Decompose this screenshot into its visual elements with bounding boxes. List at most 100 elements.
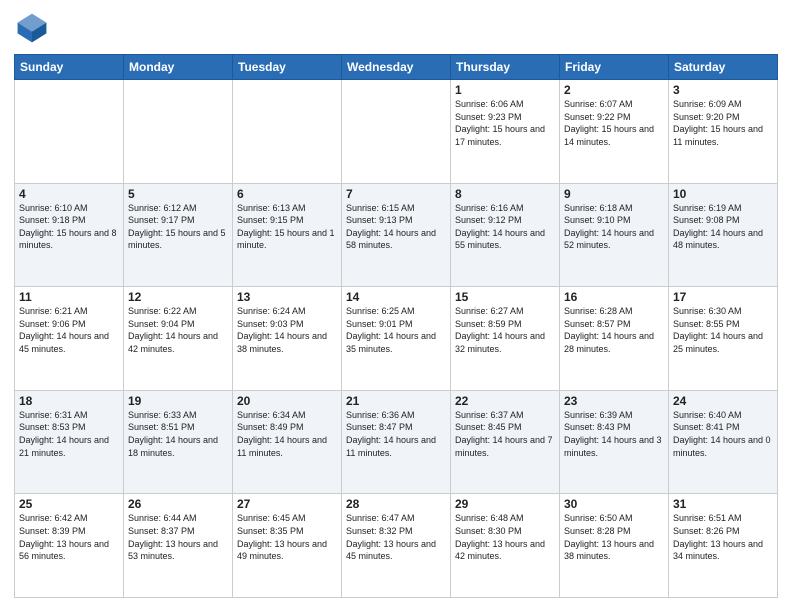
day-info: Sunrise: 6:45 AM Sunset: 8:35 PM Dayligh… xyxy=(237,512,337,562)
day-info: Sunrise: 6:25 AM Sunset: 9:01 PM Dayligh… xyxy=(346,305,446,355)
day-number: 3 xyxy=(673,83,773,97)
day-info: Sunrise: 6:42 AM Sunset: 8:39 PM Dayligh… xyxy=(19,512,119,562)
day-number: 2 xyxy=(564,83,664,97)
calendar-week-row: 4Sunrise: 6:10 AM Sunset: 9:18 PM Daylig… xyxy=(15,183,778,287)
day-info: Sunrise: 6:24 AM Sunset: 9:03 PM Dayligh… xyxy=(237,305,337,355)
calendar-cell: 4Sunrise: 6:10 AM Sunset: 9:18 PM Daylig… xyxy=(15,183,124,287)
day-info: Sunrise: 6:36 AM Sunset: 8:47 PM Dayligh… xyxy=(346,409,446,459)
day-number: 23 xyxy=(564,394,664,408)
day-number: 11 xyxy=(19,290,119,304)
weekday-header: Tuesday xyxy=(233,55,342,80)
day-number: 16 xyxy=(564,290,664,304)
calendar-cell: 14Sunrise: 6:25 AM Sunset: 9:01 PM Dayli… xyxy=(342,287,451,391)
weekday-header: Friday xyxy=(560,55,669,80)
calendar-cell: 25Sunrise: 6:42 AM Sunset: 8:39 PM Dayli… xyxy=(15,494,124,598)
day-info: Sunrise: 6:30 AM Sunset: 8:55 PM Dayligh… xyxy=(673,305,773,355)
calendar-cell xyxy=(124,80,233,184)
day-number: 8 xyxy=(455,187,555,201)
logo xyxy=(14,10,54,46)
day-number: 25 xyxy=(19,497,119,511)
day-number: 7 xyxy=(346,187,446,201)
day-info: Sunrise: 6:40 AM Sunset: 8:41 PM Dayligh… xyxy=(673,409,773,459)
day-number: 29 xyxy=(455,497,555,511)
calendar-cell xyxy=(233,80,342,184)
day-number: 10 xyxy=(673,187,773,201)
day-number: 18 xyxy=(19,394,119,408)
weekday-header: Wednesday xyxy=(342,55,451,80)
calendar-cell: 2Sunrise: 6:07 AM Sunset: 9:22 PM Daylig… xyxy=(560,80,669,184)
calendar-cell: 13Sunrise: 6:24 AM Sunset: 9:03 PM Dayli… xyxy=(233,287,342,391)
day-info: Sunrise: 6:06 AM Sunset: 9:23 PM Dayligh… xyxy=(455,98,555,148)
calendar-cell: 19Sunrise: 6:33 AM Sunset: 8:51 PM Dayli… xyxy=(124,390,233,494)
day-info: Sunrise: 6:31 AM Sunset: 8:53 PM Dayligh… xyxy=(19,409,119,459)
header xyxy=(14,10,778,46)
day-info: Sunrise: 6:15 AM Sunset: 9:13 PM Dayligh… xyxy=(346,202,446,252)
calendar-week-row: 25Sunrise: 6:42 AM Sunset: 8:39 PM Dayli… xyxy=(15,494,778,598)
day-number: 13 xyxy=(237,290,337,304)
day-number: 19 xyxy=(128,394,228,408)
logo-icon xyxy=(14,10,50,46)
calendar-cell: 22Sunrise: 6:37 AM Sunset: 8:45 PM Dayli… xyxy=(451,390,560,494)
calendar-table: SundayMondayTuesdayWednesdayThursdayFrid… xyxy=(14,54,778,598)
day-info: Sunrise: 6:44 AM Sunset: 8:37 PM Dayligh… xyxy=(128,512,228,562)
day-info: Sunrise: 6:16 AM Sunset: 9:12 PM Dayligh… xyxy=(455,202,555,252)
day-number: 26 xyxy=(128,497,228,511)
day-number: 4 xyxy=(19,187,119,201)
calendar-week-row: 18Sunrise: 6:31 AM Sunset: 8:53 PM Dayli… xyxy=(15,390,778,494)
day-number: 9 xyxy=(564,187,664,201)
day-info: Sunrise: 6:34 AM Sunset: 8:49 PM Dayligh… xyxy=(237,409,337,459)
day-info: Sunrise: 6:12 AM Sunset: 9:17 PM Dayligh… xyxy=(128,202,228,252)
day-info: Sunrise: 6:13 AM Sunset: 9:15 PM Dayligh… xyxy=(237,202,337,252)
day-info: Sunrise: 6:50 AM Sunset: 8:28 PM Dayligh… xyxy=(564,512,664,562)
day-number: 28 xyxy=(346,497,446,511)
weekday-header: Monday xyxy=(124,55,233,80)
day-info: Sunrise: 6:09 AM Sunset: 9:20 PM Dayligh… xyxy=(673,98,773,148)
calendar-cell: 23Sunrise: 6:39 AM Sunset: 8:43 PM Dayli… xyxy=(560,390,669,494)
calendar-cell: 9Sunrise: 6:18 AM Sunset: 9:10 PM Daylig… xyxy=(560,183,669,287)
day-number: 12 xyxy=(128,290,228,304)
day-number: 27 xyxy=(237,497,337,511)
weekday-header: Sunday xyxy=(15,55,124,80)
calendar-cell: 17Sunrise: 6:30 AM Sunset: 8:55 PM Dayli… xyxy=(669,287,778,391)
day-info: Sunrise: 6:48 AM Sunset: 8:30 PM Dayligh… xyxy=(455,512,555,562)
day-info: Sunrise: 6:19 AM Sunset: 9:08 PM Dayligh… xyxy=(673,202,773,252)
day-number: 20 xyxy=(237,394,337,408)
calendar-cell: 12Sunrise: 6:22 AM Sunset: 9:04 PM Dayli… xyxy=(124,287,233,391)
day-number: 6 xyxy=(237,187,337,201)
day-number: 24 xyxy=(673,394,773,408)
calendar-cell: 10Sunrise: 6:19 AM Sunset: 9:08 PM Dayli… xyxy=(669,183,778,287)
calendar-cell: 8Sunrise: 6:16 AM Sunset: 9:12 PM Daylig… xyxy=(451,183,560,287)
day-number: 1 xyxy=(455,83,555,97)
day-number: 22 xyxy=(455,394,555,408)
calendar-cell: 26Sunrise: 6:44 AM Sunset: 8:37 PM Dayli… xyxy=(124,494,233,598)
calendar-cell: 28Sunrise: 6:47 AM Sunset: 8:32 PM Dayli… xyxy=(342,494,451,598)
day-info: Sunrise: 6:21 AM Sunset: 9:06 PM Dayligh… xyxy=(19,305,119,355)
day-info: Sunrise: 6:39 AM Sunset: 8:43 PM Dayligh… xyxy=(564,409,664,459)
day-info: Sunrise: 6:51 AM Sunset: 8:26 PM Dayligh… xyxy=(673,512,773,562)
day-info: Sunrise: 6:33 AM Sunset: 8:51 PM Dayligh… xyxy=(128,409,228,459)
calendar-cell xyxy=(342,80,451,184)
calendar-cell: 1Sunrise: 6:06 AM Sunset: 9:23 PM Daylig… xyxy=(451,80,560,184)
calendar-cell: 29Sunrise: 6:48 AM Sunset: 8:30 PM Dayli… xyxy=(451,494,560,598)
calendar-cell: 18Sunrise: 6:31 AM Sunset: 8:53 PM Dayli… xyxy=(15,390,124,494)
calendar-header-row: SundayMondayTuesdayWednesdayThursdayFrid… xyxy=(15,55,778,80)
day-info: Sunrise: 6:37 AM Sunset: 8:45 PM Dayligh… xyxy=(455,409,555,459)
calendar-cell: 5Sunrise: 6:12 AM Sunset: 9:17 PM Daylig… xyxy=(124,183,233,287)
day-number: 30 xyxy=(564,497,664,511)
calendar-week-row: 1Sunrise: 6:06 AM Sunset: 9:23 PM Daylig… xyxy=(15,80,778,184)
day-number: 15 xyxy=(455,290,555,304)
calendar-cell: 31Sunrise: 6:51 AM Sunset: 8:26 PM Dayli… xyxy=(669,494,778,598)
calendar-cell: 24Sunrise: 6:40 AM Sunset: 8:41 PM Dayli… xyxy=(669,390,778,494)
calendar-cell: 21Sunrise: 6:36 AM Sunset: 8:47 PM Dayli… xyxy=(342,390,451,494)
day-number: 5 xyxy=(128,187,228,201)
weekday-header: Thursday xyxy=(451,55,560,80)
calendar-cell: 6Sunrise: 6:13 AM Sunset: 9:15 PM Daylig… xyxy=(233,183,342,287)
day-info: Sunrise: 6:10 AM Sunset: 9:18 PM Dayligh… xyxy=(19,202,119,252)
day-number: 31 xyxy=(673,497,773,511)
day-info: Sunrise: 6:22 AM Sunset: 9:04 PM Dayligh… xyxy=(128,305,228,355)
day-info: Sunrise: 6:07 AM Sunset: 9:22 PM Dayligh… xyxy=(564,98,664,148)
calendar-cell: 7Sunrise: 6:15 AM Sunset: 9:13 PM Daylig… xyxy=(342,183,451,287)
day-info: Sunrise: 6:28 AM Sunset: 8:57 PM Dayligh… xyxy=(564,305,664,355)
day-number: 14 xyxy=(346,290,446,304)
calendar-cell xyxy=(15,80,124,184)
